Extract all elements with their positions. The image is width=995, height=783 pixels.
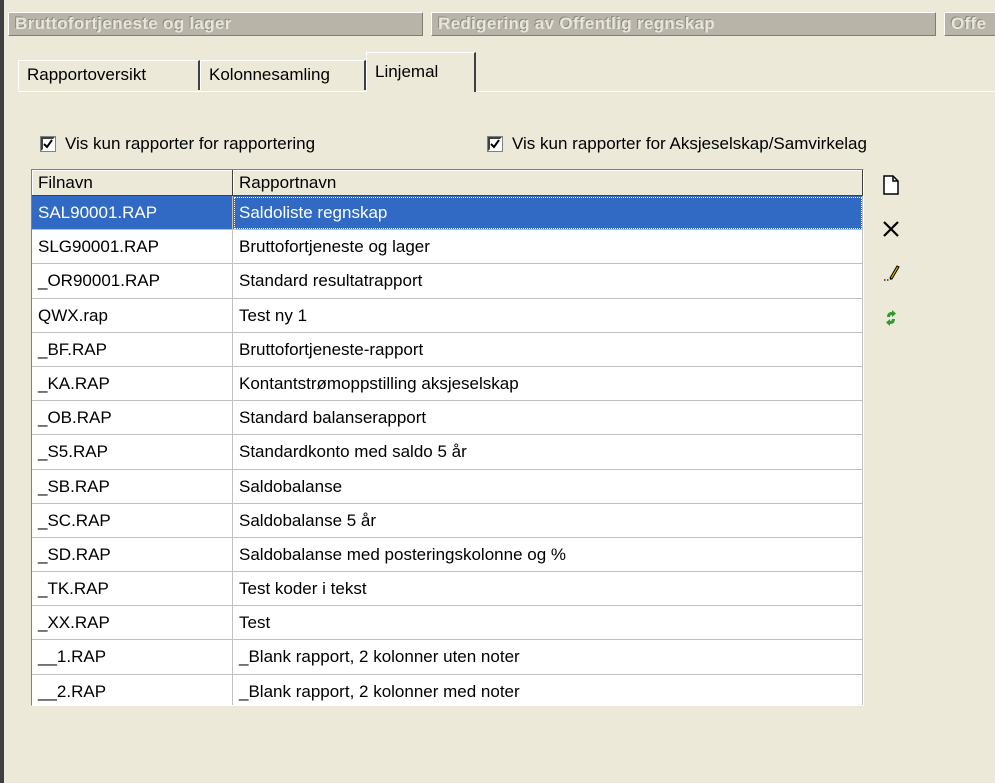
edit-pencil-icon — [884, 265, 900, 281]
cell-filnavn[interactable]: SAL90001.RAP — [32, 196, 233, 231]
cell-rapportnavn[interactable]: Bruttofortjeneste og lager — [233, 230, 863, 265]
table-row[interactable]: _XX.RAP Test — [32, 606, 863, 641]
table-header: Filnavn Rapportnavn — [32, 170, 863, 196]
cell-filnavn[interactable]: _SD.RAP — [32, 537, 233, 573]
table-row[interactable]: SLG90001.RAP Bruttofortjeneste og lager — [32, 230, 863, 265]
cell-filnavn[interactable]: _SB.RAP — [32, 469, 233, 504]
tab-kolonnesamling[interactable]: Kolonnesamling — [200, 60, 366, 90]
delete-report-button[interactable] — [876, 214, 906, 244]
checkbox-box[interactable] — [487, 136, 503, 152]
cell-rapportnavn[interactable]: Standard balanserapport — [233, 401, 863, 436]
cell-rapportnavn[interactable]: _Blank rapport, 2 kolonner uten noter — [233, 640, 863, 675]
cell-rapportnavn[interactable]: Standard resultatrapport — [233, 264, 863, 299]
cell-filnavn[interactable]: _S5.RAP — [32, 435, 233, 470]
cell-rapportnavn[interactable]: Saldoliste regnskap — [233, 196, 863, 231]
window-tab-label: Offe — [951, 14, 987, 33]
tab-label: Kolonnesamling — [209, 65, 330, 84]
table-row[interactable]: _SB.RAP Saldobalanse — [32, 469, 863, 504]
cell-filnavn[interactable]: __2.RAP — [32, 674, 233, 705]
cell-filnavn[interactable]: _OR90001.RAP — [32, 264, 233, 299]
window-tab-redigering[interactable]: Redigering av Offentlig regnskap — [431, 12, 936, 36]
cell-filnavn[interactable]: _SC.RAP — [32, 503, 233, 538]
cell-rapportnavn[interactable]: Saldobalanse — [233, 469, 863, 504]
new-report-button[interactable] — [876, 170, 906, 200]
window-tab-offe[interactable]: Offe — [944, 12, 995, 36]
tab-rapportoversikt[interactable]: Rapportoversikt — [18, 60, 200, 90]
cell-rapportnavn[interactable]: _Blank rapport, 2 kolonner med noter — [233, 674, 863, 705]
cell-filnavn[interactable]: _OB.RAP — [32, 401, 233, 436]
cell-rapportnavn[interactable]: Test — [233, 606, 863, 641]
refresh-button[interactable] — [876, 303, 906, 333]
cell-rapportnavn[interactable]: Test ny 1 — [233, 298, 863, 333]
table-row[interactable]: _TK.RAP Test koder i tekst — [32, 572, 863, 607]
report-table[interactable]: Filnavn Rapportnavn SAL90001.RAP Saldolis… — [31, 169, 864, 706]
edit-report-button[interactable] — [876, 257, 906, 287]
checkmark-icon — [43, 139, 53, 149]
window-tab-label: Redigering av Offentlig regnskap — [438, 14, 715, 33]
window-tab-bruttofortjeneste[interactable]: Bruttofortjeneste og lager — [8, 12, 423, 36]
window-title-strip: Bruttofortjeneste og lager Redigering av… — [8, 10, 995, 38]
tab-label: Linjemal — [375, 62, 439, 81]
tab-strip-line — [18, 91, 995, 92]
refresh-icon — [886, 310, 896, 326]
checkbox-company-type[interactable]: Vis kun rapporter for Aksjeselskap/Samvi… — [487, 133, 867, 155]
cell-filnavn[interactable]: QWX.rap — [32, 298, 233, 333]
checkbox-box[interactable] — [40, 136, 56, 152]
checkbox-label: Vis kun rapporter for Aksjeselskap/Samvi… — [512, 134, 867, 153]
table-row[interactable]: SAL90001.RAP Saldoliste regnskap — [32, 196, 863, 231]
cell-rapportnavn[interactable]: Saldobalanse 5 år — [233, 503, 863, 538]
cell-rapportnavn[interactable]: Standardkonto med saldo 5 år — [233, 435, 863, 470]
app-window: Bruttofortjeneste og lager Redigering av… — [0, 0, 995, 783]
checkbox-label: Vis kun rapporter for rapportering — [65, 134, 316, 153]
table-row[interactable]: _SC.RAP Saldobalanse 5 år — [32, 503, 863, 538]
delete-icon — [883, 221, 899, 237]
table-row[interactable]: _OB.RAP Standard balanserapport — [32, 401, 863, 436]
checkmark-icon — [490, 139, 500, 149]
cell-rapportnavn[interactable]: Bruttofortjeneste-rapport — [233, 332, 863, 367]
table-body: SAL90001.RAP Saldoliste regnskap SLG90001.… — [32, 196, 863, 705]
table-row[interactable]: _SD.RAP Saldobalanse med posteringskolonn… — [32, 537, 863, 573]
tab-linjemal[interactable]: Linjemal — [366, 52, 476, 92]
table-row[interactable]: __2.RAP _Blank rapport, 2 kolonner med no… — [32, 674, 863, 705]
cell-rapportnavn[interactable]: Test koder i tekst — [233, 572, 863, 607]
new-document-icon — [883, 175, 899, 195]
cell-filnavn[interactable]: _KA.RAP — [32, 366, 233, 402]
cell-rapportnavn[interactable]: Saldobalanse med posteringskolonne og % — [233, 537, 863, 573]
cell-filnavn[interactable]: __1.RAP — [32, 640, 233, 675]
table-row[interactable]: _KA.RAP Kontantstrømoppstilling aksjesels… — [32, 366, 863, 402]
cell-filnavn[interactable]: _XX.RAP — [32, 606, 233, 641]
cell-rapportnavn[interactable]: Kontantstrømoppstilling aksjeselskap — [233, 366, 863, 402]
cell-filnavn[interactable]: _TK.RAP — [32, 572, 233, 607]
window-tab-label: Bruttofortjeneste og lager — [15, 14, 232, 33]
table-row[interactable]: __1.RAP _Blank rapport, 2 kolonner uten n… — [32, 640, 863, 675]
checkbox-report-only[interactable]: Vis kun rapporter for rapportering — [40, 133, 316, 155]
table-row[interactable]: _OR90001.RAP Standard resultatrapport — [32, 264, 863, 299]
cell-filnavn[interactable]: _BF.RAP — [32, 332, 233, 367]
column-header-rapportnavn[interactable]: Rapportnavn — [233, 170, 863, 196]
tab-label: Rapportoversikt — [27, 65, 147, 84]
table-row[interactable]: _BF.RAP Bruttofortjeneste-rapport — [32, 332, 863, 367]
table-row[interactable]: _S5.RAP Standardkonto med saldo 5 år — [32, 435, 863, 470]
table-row[interactable]: QWX.rap Test ny 1 — [32, 298, 863, 333]
cell-filnavn[interactable]: SLG90001.RAP — [32, 230, 233, 265]
column-header-filnavn[interactable]: Filnavn — [32, 170, 233, 196]
